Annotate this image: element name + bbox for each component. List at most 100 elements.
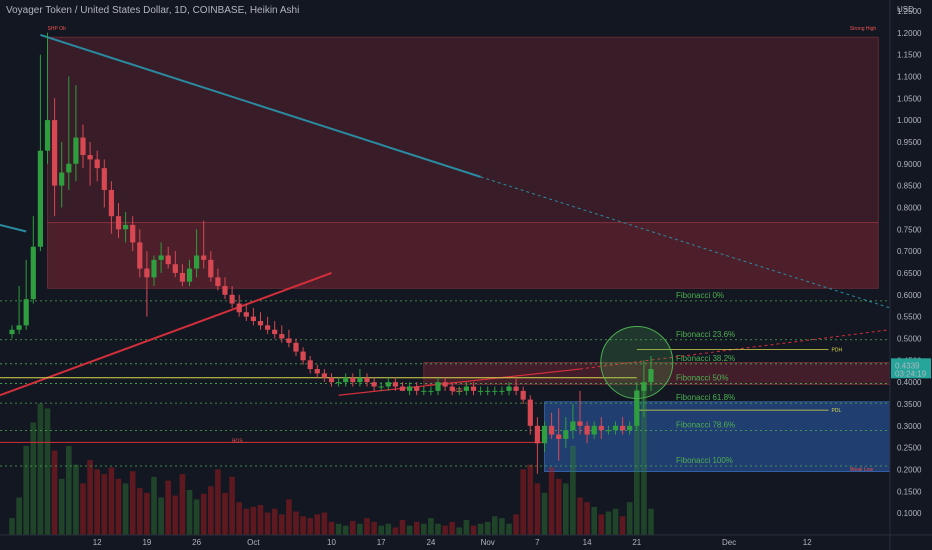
y-tick-label: 0.5500 (897, 313, 922, 322)
candle-body (485, 390, 491, 392)
level-label: PDH (832, 347, 843, 353)
candle-body (208, 259, 214, 278)
candle-body (151, 259, 157, 278)
volume-bar (378, 525, 384, 535)
candle-body (478, 390, 484, 392)
volume-bar (548, 467, 555, 535)
candle-body (9, 329, 15, 335)
candle-body (371, 382, 377, 387)
y-tick-label: 0.8000 (897, 203, 922, 212)
candle-body (435, 382, 441, 391)
candle-body (343, 377, 349, 383)
y-tick-label: 0.7000 (897, 247, 922, 256)
candle-body (44, 120, 51, 151)
candle-body (279, 334, 285, 339)
zone-supply-top (47, 36, 879, 224)
volume-bar (229, 476, 235, 535)
candle-body (534, 425, 540, 444)
volume-bar (250, 506, 257, 535)
volume-bar (51, 450, 58, 535)
chart-title: Voyager Token / United States Dollar, 1D… (6, 5, 300, 16)
volume-bar (563, 483, 569, 535)
volume-bar (413, 521, 420, 535)
x-tick-label: 19 (142, 538, 151, 547)
volume-bar (371, 521, 377, 535)
volume-bar (215, 469, 221, 535)
candle-body (158, 255, 164, 260)
volume-bar (357, 523, 363, 535)
volume-bar (406, 525, 413, 535)
volume-bar (555, 478, 562, 535)
candle-body (556, 434, 562, 439)
y-tick-label: 0.2000 (897, 465, 922, 474)
candle-body (59, 172, 65, 186)
y-tick-label: 0.6000 (897, 291, 922, 300)
candle-body (499, 390, 505, 392)
fib-label: Fibonacci 0% (676, 291, 724, 300)
volume-bar (151, 476, 157, 535)
volume-bar (165, 480, 171, 535)
candle-body (463, 386, 469, 391)
volume-bar (456, 527, 463, 535)
annotation-label: BOS (452, 388, 463, 394)
candle-body (399, 386, 406, 391)
candle-body (108, 189, 114, 217)
volume-bar (94, 469, 100, 535)
y-tick-label: 0.6500 (897, 269, 922, 278)
x-tick-label: 12 (803, 538, 812, 547)
fib-label: Fibonacci 23.6% (676, 330, 735, 339)
volume-bar (392, 527, 399, 535)
volume-bar (58, 478, 65, 535)
x-tick-label: Dec (722, 538, 736, 547)
volume-bar (9, 518, 15, 535)
volume-bar (541, 492, 548, 535)
candle-body (392, 382, 398, 387)
candlestick-chart[interactable]: 1.25001.20001.15001.10001.05001.00000.95… (0, 0, 932, 550)
candle-body (30, 246, 36, 300)
volume-bar (307, 518, 313, 535)
candle-body (428, 390, 434, 392)
volume-bar (193, 499, 200, 535)
x-tick-label: 7 (535, 538, 540, 547)
candle-body (250, 316, 256, 321)
volume-bar (421, 523, 427, 535)
volume-bar (264, 512, 271, 535)
volume-bar (314, 514, 321, 535)
candle-body (591, 425, 597, 435)
fib-label: Fibonacci 50% (676, 373, 728, 382)
candle-body (350, 377, 356, 383)
candle-body (222, 286, 228, 295)
candle-body (101, 168, 107, 190)
candle-body (52, 120, 58, 186)
y-tick-label: 0.1500 (897, 487, 922, 496)
volume-bar (186, 490, 193, 535)
candle-body (513, 386, 519, 391)
volume-bar (335, 523, 342, 535)
candle-body (570, 421, 576, 431)
x-tick-label: 26 (192, 538, 201, 547)
volume-bar (101, 474, 108, 535)
volume-bar (208, 486, 214, 535)
candle-body (66, 163, 72, 173)
candle-body (407, 386, 413, 391)
volume-bar (598, 514, 605, 535)
candle-body (201, 255, 207, 260)
candle-body (179, 272, 185, 282)
candle-body (194, 255, 200, 269)
candle-body (137, 242, 143, 269)
y-tick-label: 0.4000 (897, 378, 922, 387)
y-tick-label: 1.0000 (897, 116, 922, 125)
volume-bar (115, 478, 122, 535)
volume-bar (428, 518, 434, 535)
volume-bar (584, 502, 590, 535)
candle-body (620, 425, 626, 431)
candle-body (506, 386, 512, 391)
volume-bar (279, 514, 285, 535)
candle-body (37, 150, 43, 247)
candle-body (520, 390, 526, 400)
candle-body (186, 268, 193, 282)
candle-body (541, 425, 548, 444)
volume-bar (350, 520, 356, 535)
candle-body (307, 360, 313, 370)
volume-bar (612, 508, 619, 535)
